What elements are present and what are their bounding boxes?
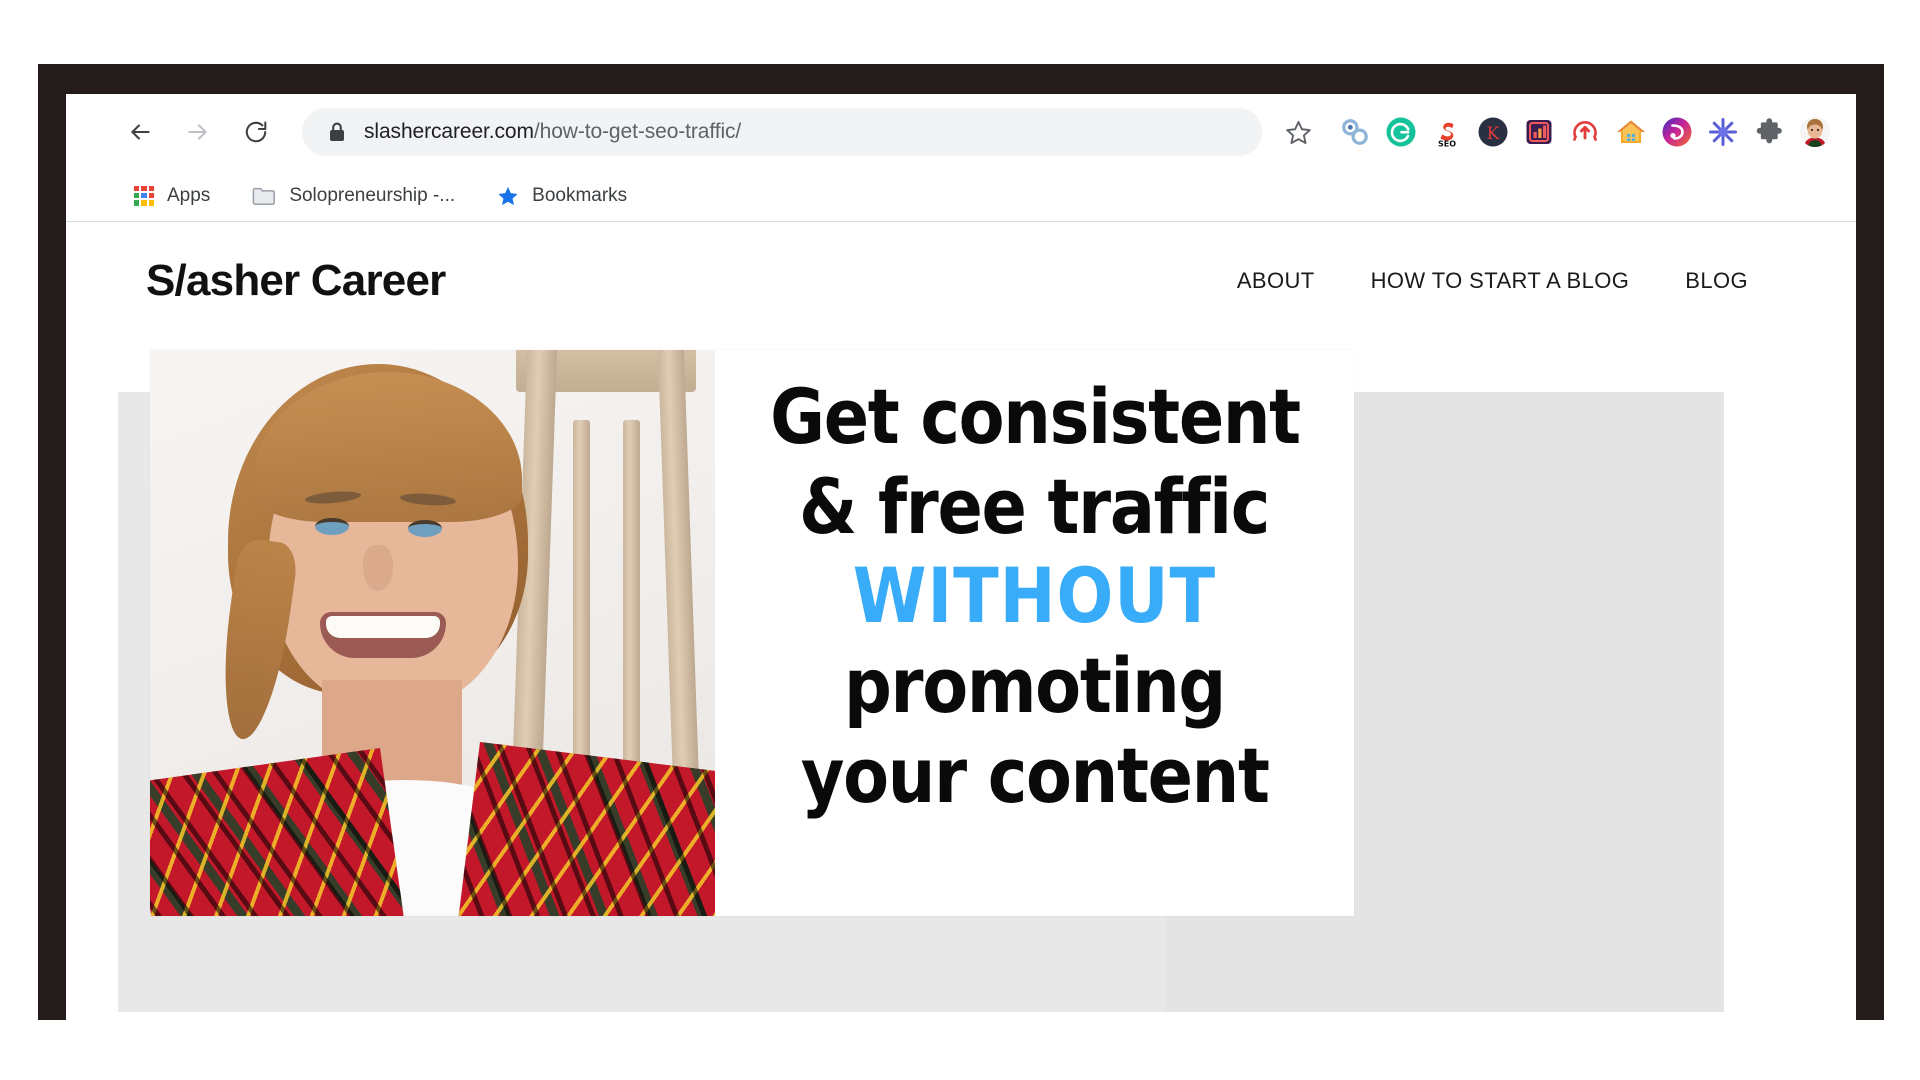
grammarly-extension-icon[interactable] — [1378, 109, 1424, 155]
hero-line-5: your content — [800, 730, 1270, 820]
hero-headline-block: Get consistent & free traffic WITHOUT pr… — [715, 350, 1354, 916]
profile-avatar[interactable] — [1792, 109, 1838, 155]
url-text: slashercareer.com/how-to-get-seo-traffic… — [364, 120, 741, 144]
analytics-chart-extension-icon[interactable] — [1516, 109, 1562, 155]
page-viewport: S/asher Career ABOUT HOW TO START A BLOG… — [66, 222, 1856, 1020]
keywords-everywhere-extension-icon[interactable]: K — [1470, 109, 1516, 155]
hero-card: Get consistent & free traffic WITHOUT pr… — [150, 350, 1354, 916]
link-chain-extension-icon[interactable] — [1332, 109, 1378, 155]
bookmark-label: Bookmarks — [532, 184, 628, 206]
bookmark-star-icon[interactable] — [1276, 110, 1320, 154]
hero-section: Get consistent & free traffic WITHOUT pr… — [66, 340, 1856, 1020]
url-path: /how-to-get-seo-traffic/ — [533, 120, 742, 143]
hero-photo — [150, 350, 715, 916]
site-header: S/asher Career ABOUT HOW TO START A BLOG… — [66, 222, 1856, 340]
hero-line-3: WITHOUT — [852, 551, 1217, 641]
bookmark-label: Apps — [167, 184, 211, 206]
hero-line-1: Get consistent — [769, 372, 1301, 461]
browser-window-frame: slashercareer.com/how-to-get-seo-traffic… — [38, 64, 1884, 1020]
svg-text:SEO: SEO — [1438, 140, 1456, 149]
hero-line-4: promoting — [844, 641, 1226, 731]
bookmark-label: Solopreneurship -... — [289, 184, 456, 206]
back-button[interactable] — [118, 110, 162, 154]
nav-link-blog[interactable]: BLOG — [1685, 268, 1748, 294]
bookmark-item-folder[interactable]: Solopreneurship -... — [242, 178, 465, 214]
star-icon — [498, 186, 518, 205]
forward-button[interactable] — [176, 110, 220, 154]
nav-link-how-to-start-a-blog[interactable]: HOW TO START A BLOG — [1371, 268, 1630, 294]
home-extension-icon[interactable] — [1608, 109, 1654, 155]
svg-text:K: K — [1487, 124, 1500, 144]
bookmarks-bar: Apps Solopreneurship -... Bookmarks — [66, 170, 1856, 222]
bookmark-item-apps[interactable]: Apps — [124, 178, 220, 214]
address-bar[interactable]: slashercareer.com/how-to-get-seo-traffic… — [302, 108, 1262, 156]
hero-line-2: & free traffic — [799, 461, 1270, 551]
site-logo[interactable]: S/asher Career — [146, 256, 446, 306]
swirl-extension-icon[interactable] — [1654, 109, 1700, 155]
apps-grid-icon — [134, 185, 154, 206]
folder-icon — [252, 187, 276, 205]
browser-chrome: slashercareer.com/how-to-get-seo-traffic… — [66, 94, 1856, 1020]
reload-button[interactable] — [234, 110, 278, 154]
bookmark-item-bookmarks[interactable]: Bookmarks — [487, 178, 637, 214]
browser-toolbar: slashercareer.com/how-to-get-seo-traffic… — [66, 94, 1856, 170]
site-nav: ABOUT HOW TO START A BLOG BLOG — [1237, 268, 1778, 294]
nav-link-about[interactable]: ABOUT — [1237, 268, 1315, 294]
lock-icon — [330, 122, 344, 141]
asterisk-star-extension-icon[interactable] — [1700, 109, 1746, 155]
pagespeed-extension-icon[interactable] — [1562, 109, 1608, 155]
puzzle-extensions-icon[interactable] — [1746, 109, 1792, 155]
seo-extension-icon[interactable]: SEO — [1424, 109, 1470, 155]
extensions-row: SEO K — [1332, 109, 1838, 155]
url-host: slashercareer.com — [364, 120, 534, 143]
